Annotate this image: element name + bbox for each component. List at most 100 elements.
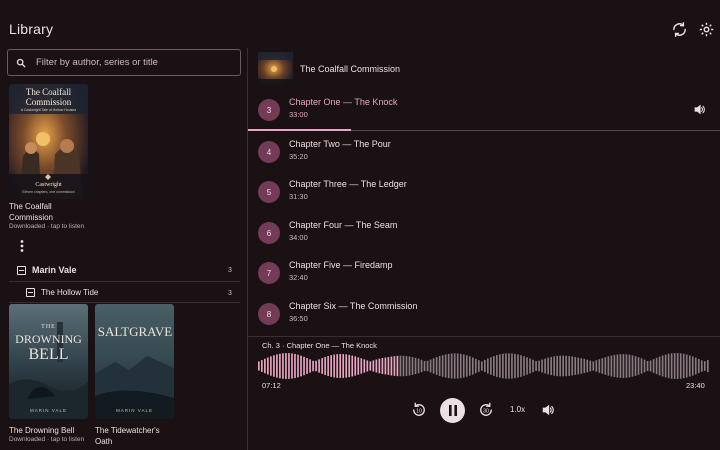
forward-icon[interactable]: 30 [477,401,495,419]
waveform-bar [523,356,525,376]
now-playing-cover [258,52,293,85]
chapter-title: Chapter Two — The Pour [289,139,391,149]
waveform-bar [474,358,477,374]
chapter-row[interactable]: 4 Chapter Two — The Pour 35:20 [248,132,720,172]
chapter-title: Chapter Four — The Seam [289,220,398,230]
waveform-bar [544,358,546,374]
rewind-icon[interactable]: 10 [410,401,428,419]
waveform-bar [700,360,703,372]
waveform-scrubber[interactable] [258,351,710,381]
filter-box[interactable] [7,49,241,76]
waveform-bar [267,357,269,375]
cover-subtitle: A Castwright Tale of Hollow Houses [20,108,77,112]
waveform-bar [315,360,317,372]
waveform-bar [303,356,305,376]
waveform-bar [360,358,363,374]
waveform-bar [604,357,607,375]
waveform-bar [610,355,613,377]
waveform-bar [441,355,444,377]
waveform-bar [655,357,658,375]
waveform-bar [261,360,263,372]
svg-text:10: 10 [416,409,422,415]
waveform-bar [408,356,411,376]
waveform-bar [691,356,694,376]
waveform-bar [574,357,577,375]
waveform-bar [375,359,378,373]
waveform-bar [357,357,360,375]
gear-icon[interactable] [698,21,715,38]
waveform-bar [598,359,601,373]
waveform-bar [399,355,402,377]
chapter-row[interactable]: 5 Chapter Three — The Ledger 31:30 [248,172,720,212]
total-time: 23:40 [686,381,705,390]
waveform-bar [336,354,339,378]
waveform-bar [477,360,480,372]
waveform-bar [559,355,561,377]
waveform-bar [471,357,474,375]
author-group-header[interactable]: Marin Vale [17,265,77,275]
waveform-bar [694,357,697,375]
waveform-bar [631,355,634,377]
cover-title-bottom: BELL [28,346,69,363]
filter-input[interactable] [36,57,231,68]
waveform-bar [438,356,441,376]
waveform-bar [480,361,483,371]
author-count: 3 [228,267,232,274]
chapter-row[interactable]: 7 Chapter Five — Firedamp 32:40 [248,253,720,293]
book-cover-saltgrave[interactable]: SALTGRAVE MARIN VALE [95,304,174,419]
waveform-bar [366,360,369,372]
cover-author: MARIN VALE [30,408,67,413]
waveform-bar [565,355,568,377]
waveform-bar [577,357,580,375]
more-vert-icon[interactable] [17,239,27,253]
waveform-bar [679,353,682,379]
waveform-bar [270,356,272,376]
waveform-bar [487,358,489,374]
waveform-bar [453,353,456,379]
waveform-bar [348,354,351,378]
waveform-bar [556,355,558,377]
chapter-row[interactable]: 8 Chapter Six — The Commission 36:50 [248,294,720,334]
waveform-bar [703,361,706,371]
waveform-bar [429,359,432,373]
series-group-header[interactable]: The Hollow Tide [26,288,98,297]
chapter-number: 6 [258,222,280,244]
collapse-icon[interactable] [26,288,35,297]
chapter-row[interactable]: 6 Chapter Four — The Seam 34:00 [248,213,720,253]
chapter-duration: 33:00 [289,110,308,119]
waveform-bar [535,360,537,372]
waveform-bar [312,360,314,372]
book-cover-coalfall[interactable]: The Coalfall Commission A Castwright Tal… [9,84,88,199]
app-title: Library [9,21,54,37]
playback-speed-button[interactable]: 1.0x [510,405,525,414]
waveform-bar [685,354,688,378]
book-cover-drowning-bell[interactable]: THE DROWNING BELL MARIN VALE [9,304,88,419]
chapter-progress-fill [248,129,351,131]
waveform-bar [285,353,287,379]
pause-icon [448,405,458,416]
chapter-title: Chapter Three — The Ledger [289,179,407,189]
waveform-bar [291,353,293,379]
waveform-bar [351,355,354,377]
chapter-duration: 34:00 [289,233,308,242]
chapter-row-active[interactable]: 3 Chapter One — The Knock 33:00 [248,90,720,130]
volume-icon[interactable] [541,403,555,417]
group-divider [9,302,240,303]
chapter-number: 4 [258,141,280,163]
waveform-bar [345,354,348,378]
waveform-bar [273,355,275,377]
waveform-bar [583,358,586,374]
pause-button[interactable] [440,398,465,423]
chapter-duration: 35:20 [289,152,308,161]
chapter-number: 7 [258,262,280,284]
cover-author: Castwright [35,182,62,188]
waveform-bar [514,353,516,379]
waveform-bar [613,354,616,378]
waveform-bar [309,359,311,373]
collapse-icon[interactable] [17,265,26,275]
sync-icon[interactable] [671,21,688,38]
cover-title: The Coalfall Commission [25,87,72,107]
chapter-title: Chapter Five — Firedamp [289,260,393,270]
waveform-bar [637,357,640,375]
waveform-bar [444,354,447,378]
